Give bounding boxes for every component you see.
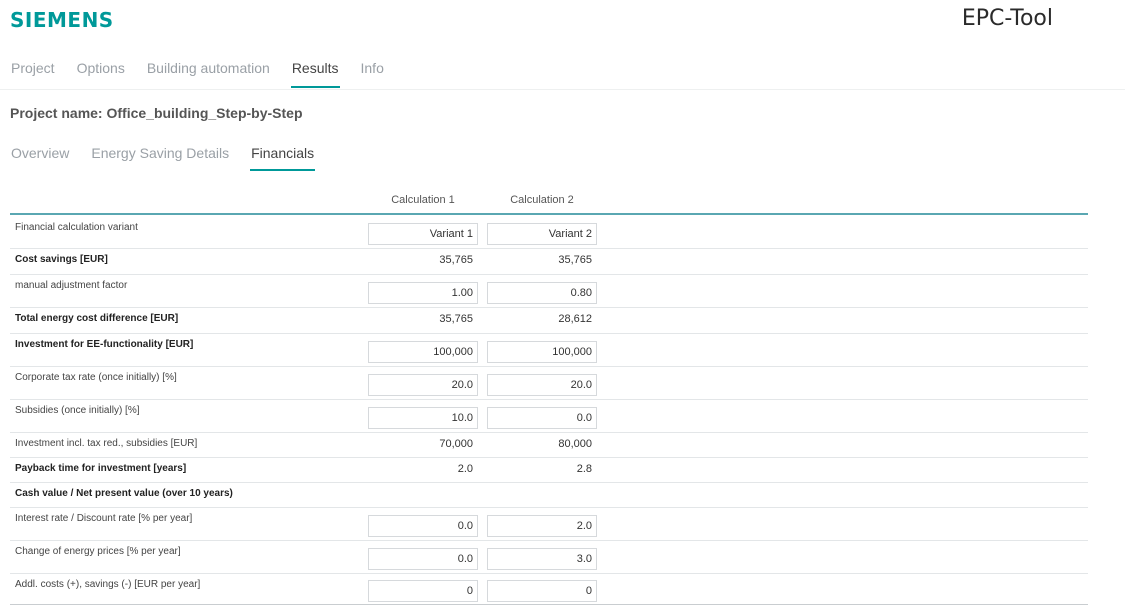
calc2-value: 2.8	[576, 463, 592, 475]
table-top-border	[10, 213, 1088, 215]
row-label: Cost savings [EUR]	[15, 254, 108, 265]
calc1-input[interactable]	[368, 341, 478, 363]
nav-divider	[0, 89, 1125, 90]
calc2-input[interactable]	[487, 374, 597, 396]
calc1-input[interactable]	[368, 407, 478, 429]
row-label: Subsidies (once initially) [%]	[15, 405, 140, 416]
calc1-input[interactable]	[368, 374, 478, 396]
siemens-logo: SIEMENS	[10, 8, 114, 32]
project-name: Project name: Office_building_Step-by-St…	[10, 105, 303, 121]
table-bottom-border	[10, 604, 1088, 605]
calc1-value: 35,765	[439, 313, 473, 325]
row-label: Interest rate / Discount rate [% per yea…	[15, 513, 193, 524]
table-row: Change of energy prices [% per year]	[10, 540, 1088, 574]
column-header-calculation-1: Calculation 1	[391, 194, 455, 206]
row-label: Addl. costs (+), savings (-) [EUR per ye…	[15, 579, 201, 590]
tab-building-automation[interactable]: Building automation	[146, 58, 271, 88]
calc2-input[interactable]	[487, 580, 597, 602]
calc1-value: 70,000	[439, 438, 473, 450]
table-row: manual adjustment factor	[10, 274, 1088, 308]
tab-info[interactable]: Info	[360, 58, 385, 88]
calc1-value: 35,765	[439, 254, 473, 266]
calc1-value: 2.0	[457, 463, 473, 475]
app-header: SIEMENS EPC-Tool	[0, 0, 1125, 40]
calc2-input[interactable]	[487, 341, 597, 363]
row-label: Change of energy prices [% per year]	[15, 546, 181, 557]
calc1-input[interactable]	[368, 223, 478, 245]
main-nav: Project Options Building automation Resu…	[10, 58, 385, 88]
calc2-value: 28,612	[558, 313, 592, 325]
calc2-input[interactable]	[487, 407, 597, 429]
table-row: Interest rate / Discount rate [% per yea…	[10, 507, 1088, 541]
row-label: Cash value / Net present value (over 10 …	[15, 488, 233, 499]
sub-nav: Overview Energy Saving Details Financial…	[10, 143, 316, 171]
table-row: Investment for EE-functionality [EUR]	[10, 333, 1088, 367]
table-row: Corporate tax rate (once initially) [%]	[10, 366, 1088, 400]
subtab-financials[interactable]: Financials	[250, 143, 316, 171]
calc1-input[interactable]	[368, 580, 478, 602]
calc1-input[interactable]	[368, 515, 478, 537]
row-label: Investment incl. tax red., subsidies [EU…	[15, 438, 198, 449]
table-row: Payback time for investment [years] 2.0 2.…	[10, 457, 1088, 483]
calc2-value: 35,765	[558, 254, 592, 266]
table-row: Investment incl. tax red., subsidies [EU…	[10, 432, 1088, 458]
row-label: Corporate tax rate (once initially) [%]	[15, 372, 177, 383]
calc1-input[interactable]	[368, 548, 478, 570]
subtab-energy-saving-details[interactable]: Energy Saving Details	[90, 143, 230, 171]
subtab-overview[interactable]: Overview	[10, 143, 70, 171]
table-row: Addl. costs (+), savings (-) [EUR per ye…	[10, 573, 1088, 605]
calc2-input[interactable]	[487, 282, 597, 304]
table-row: Total energy cost difference [EUR] 35,765…	[10, 307, 1088, 334]
tab-options[interactable]: Options	[76, 58, 126, 88]
calc2-input[interactable]	[487, 548, 597, 570]
row-label: Investment for EE-functionality [EUR]	[15, 339, 194, 350]
table-row: Cost savings [EUR] 35,765 35,765	[10, 248, 1088, 275]
row-label: Payback time for investment [years]	[15, 463, 187, 474]
row-label: manual adjustment factor	[15, 280, 128, 291]
table-row: Subsidies (once initially) [%]	[10, 399, 1088, 433]
row-label: Financial calculation variant	[15, 222, 138, 233]
table-row: Financial calculation variant	[10, 216, 1088, 249]
calc2-value: 80,000	[558, 438, 592, 450]
row-label: Total energy cost difference [EUR]	[15, 313, 179, 324]
column-header-calculation-2: Calculation 2	[510, 194, 574, 206]
table-row: Cash value / Net present value (over 10 …	[10, 482, 1088, 508]
app-title: EPC-Tool	[961, 6, 1053, 31]
tab-results[interactable]: Results	[290, 58, 340, 88]
calc1-input[interactable]	[368, 282, 478, 304]
calc2-input[interactable]	[487, 515, 597, 537]
calc2-input[interactable]	[487, 223, 597, 245]
tab-project[interactable]: Project	[10, 58, 56, 88]
